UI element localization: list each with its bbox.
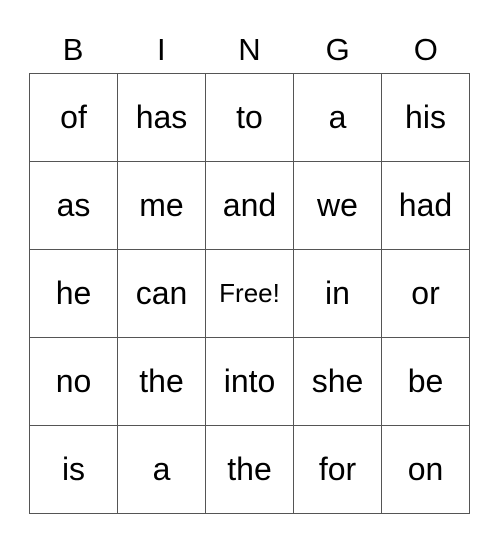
bingo-cell[interactable]: is: [30, 426, 118, 514]
bingo-cell[interactable]: the: [206, 426, 294, 514]
bingo-cell[interactable]: no: [30, 338, 118, 426]
bingo-cell[interactable]: has: [118, 74, 206, 162]
bingo-cell[interactable]: be: [382, 338, 470, 426]
bingo-cell[interactable]: to: [206, 74, 294, 162]
bingo-cell[interactable]: as: [30, 162, 118, 250]
bingo-cell[interactable]: a: [294, 74, 382, 162]
bingo-cell[interactable]: she: [294, 338, 382, 426]
header-letter-o: O: [413, 32, 438, 67]
bingo-cell[interactable]: on: [382, 426, 470, 514]
bingo-cell[interactable]: had: [382, 162, 470, 250]
bingo-cell[interactable]: he: [30, 250, 118, 338]
bingo-cell[interactable]: a: [118, 426, 206, 514]
header-letter-b: B: [62, 32, 84, 67]
bingo-cell[interactable]: and: [206, 162, 294, 250]
bingo-cell[interactable]: can: [118, 250, 206, 338]
bingo-cell[interactable]: for: [294, 426, 382, 514]
free-space-cell[interactable]: Free!: [206, 250, 294, 338]
bingo-header: B I N G O: [29, 28, 470, 72]
header-letter-g: G: [325, 32, 350, 67]
bingo-cell[interactable]: his: [382, 74, 470, 162]
header-letter-i: I: [156, 32, 166, 67]
bingo-cell[interactable]: in: [294, 250, 382, 338]
bingo-cell[interactable]: or: [382, 250, 470, 338]
bingo-grid: of has to a his as me and we had he can …: [29, 73, 470, 514]
bingo-cell[interactable]: me: [118, 162, 206, 250]
bingo-cell[interactable]: into: [206, 338, 294, 426]
bingo-cell[interactable]: of: [30, 74, 118, 162]
bingo-cell[interactable]: we: [294, 162, 382, 250]
bingo-cell[interactable]: the: [118, 338, 206, 426]
header-letter-n: N: [238, 32, 261, 67]
